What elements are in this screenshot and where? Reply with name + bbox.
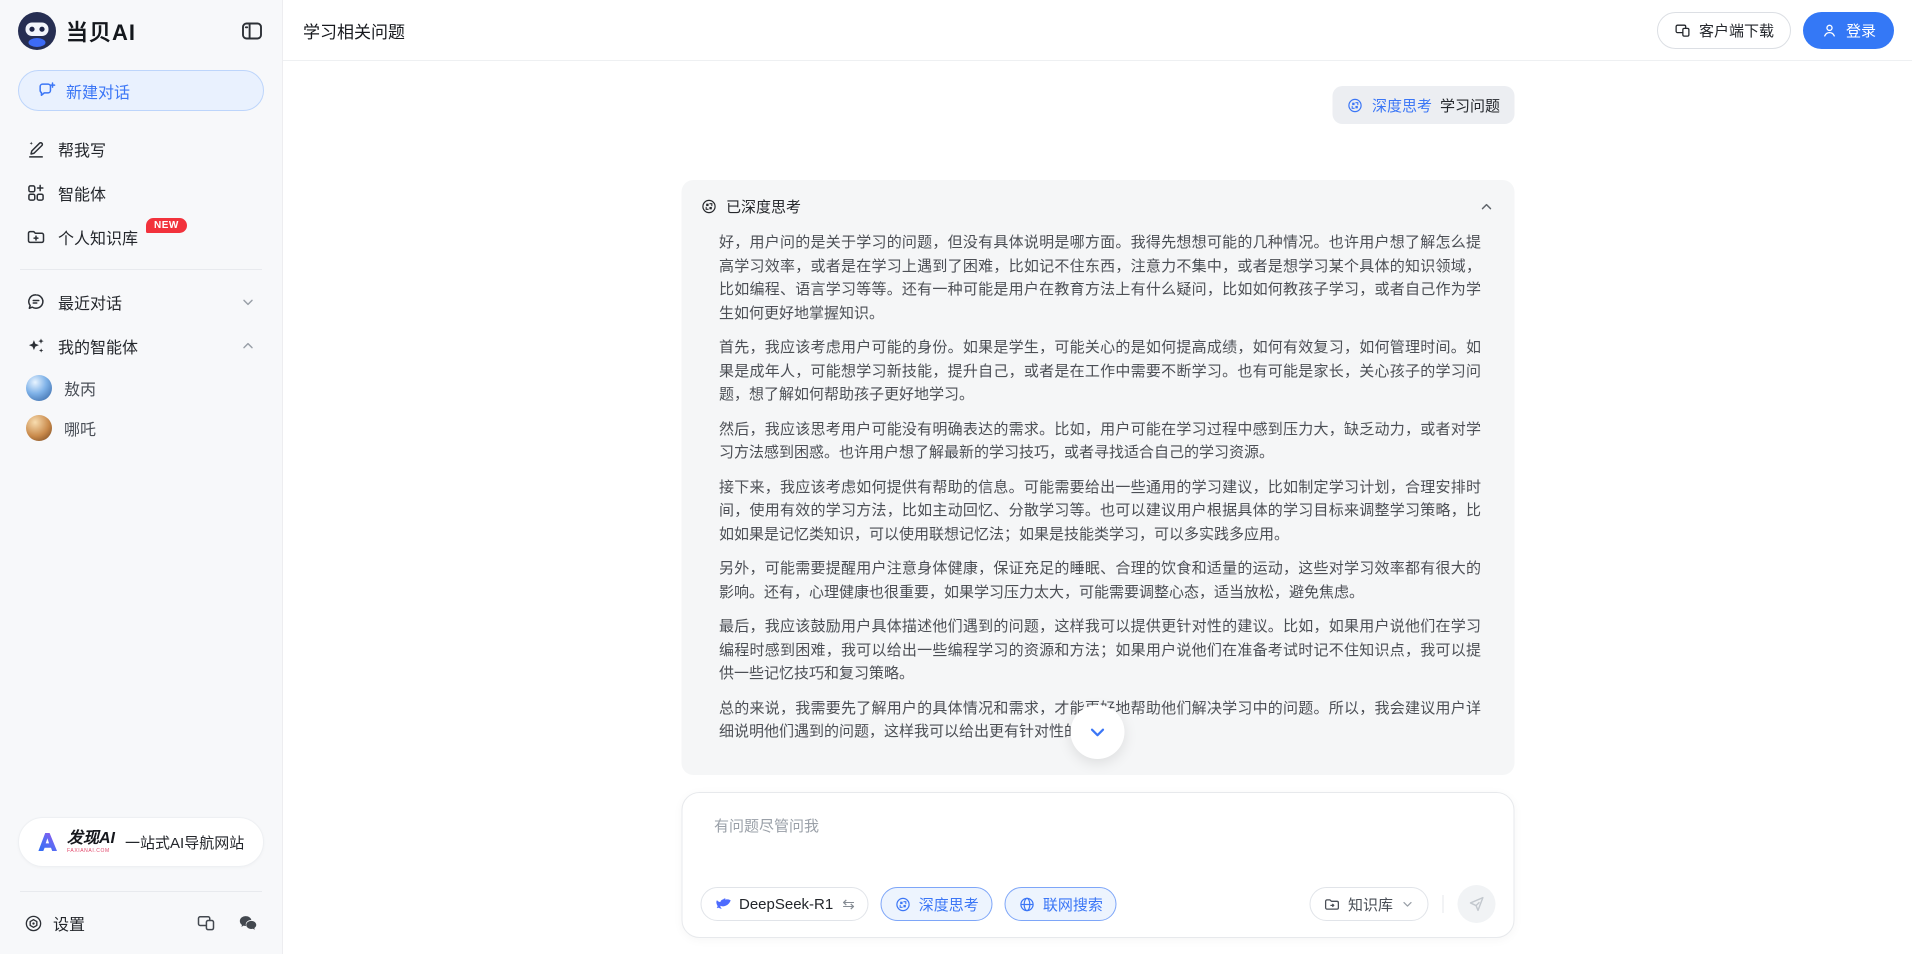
sidebar-divider [20, 269, 262, 270]
sidebar-item-label: 智能体 [58, 181, 106, 205]
toolbar-divider [1442, 895, 1443, 913]
agent-name: 敖丙 [64, 376, 96, 400]
model-swap-icon: ⇆ [842, 895, 855, 913]
deepseek-whale-icon [714, 895, 732, 913]
faxian-ai-name: 发现AI [67, 831, 115, 847]
dangbei-robot-logo-icon [18, 12, 56, 50]
deep-think-toggle[interactable]: 深度思考 [881, 887, 993, 921]
app-title: 当贝AI [66, 15, 230, 47]
model-name: DeepSeek-R1 [739, 896, 833, 913]
devices-icon[interactable] [196, 913, 216, 933]
sidebar-footer: 设置 [18, 892, 264, 954]
chevron-down-icon [1087, 721, 1109, 743]
chat-area: 深度思考 学习问题 已深度思考 [283, 61, 1912, 954]
chat-bubble-icon [26, 292, 46, 312]
folder-plus-icon [26, 227, 46, 247]
new-chat-label: 新建对话 [66, 79, 130, 103]
sidebar-header: 当贝AI [18, 0, 264, 62]
agent-name: 哪吒 [64, 416, 96, 440]
composer: DeepSeek-R1 ⇆ 深度思考 [681, 792, 1514, 938]
banner-slogan: 一站式AI导航网站 [125, 832, 244, 853]
folder-icon [1324, 896, 1341, 913]
sidebar-item-help-me-write[interactable]: 帮我写 [18, 127, 264, 171]
sidebar-item-label: 帮我写 [58, 137, 106, 161]
new-badge: NEW [146, 218, 187, 233]
collapse-thinking-icon[interactable] [1478, 199, 1494, 215]
sidebar-section-recent-chats[interactable]: 最近对话 [18, 280, 264, 324]
deep-think-icon [1347, 97, 1364, 114]
send-button[interactable] [1457, 885, 1495, 923]
thinking-panel: 已深度思考 好，用户问的是关于学习的问题，但没有具体说明是哪方面。我得先想想可能… [681, 180, 1514, 775]
chevron-up-icon[interactable] [240, 338, 256, 354]
client-download-label: 客户端下载 [1699, 20, 1774, 41]
scroll-to-bottom-button[interactable] [1071, 705, 1125, 759]
sidebar-item-knowledge-base[interactable]: 个人知识库 NEW [18, 215, 264, 259]
gear-icon[interactable] [24, 914, 43, 933]
user-message-deepthink-tag: 深度思考 [1372, 95, 1432, 116]
chat-plus-icon [37, 81, 56, 100]
deep-think-icon [700, 198, 717, 215]
sidebar-collapse-icon[interactable] [240, 19, 264, 43]
thinking-title: 已深度思考 [726, 196, 1469, 217]
settings-label[interactable]: 设置 [53, 911, 186, 935]
wechat-icon[interactable] [238, 913, 258, 933]
chevron-down-icon[interactable] [240, 294, 256, 310]
thinking-paragraph: 然后，我应该思考用户可能没有明确表达的需求。比如，用户可能在学习过程中感到压力大… [719, 418, 1481, 465]
avatar [26, 375, 52, 401]
chevron-down-icon [1400, 897, 1414, 911]
thinking-paragraph: 接下来，我应该考虑如何提供有帮助的信息。可能需要给出一些通用的学习建议，比如制定… [719, 476, 1481, 547]
thinking-paragraph: 首先，我应该考虑用户可能的身份。如果是学生，可能关心的是如何提高成绩，如何有效复… [719, 336, 1481, 407]
thinking-paragraph: 好，用户问的是关于学习的问题，但没有具体说明是哪方面。我得先想想可能的几种情况。… [719, 231, 1481, 325]
sidebar: 当贝AI 新建对话 [0, 0, 283, 954]
sidebar-agent-nezha[interactable]: 哪吒 [18, 408, 264, 448]
agents-grid-icon [26, 183, 46, 203]
deep-think-icon [895, 896, 912, 913]
sparkles-icon [26, 336, 46, 356]
top-header: 学习相关问题 客户端下载 登录 [283, 0, 1912, 61]
paper-plane-icon [1467, 895, 1485, 913]
user-icon [1821, 22, 1838, 39]
page-title: 学习相关问题 [303, 18, 1657, 43]
web-search-label: 联网搜索 [1043, 894, 1103, 915]
app-window: 当贝AI 新建对话 [0, 0, 1912, 954]
user-message: 深度思考 学习问题 [1333, 86, 1514, 124]
faxian-ai-logo-icon [35, 830, 59, 854]
section-label: 最近对话 [58, 290, 122, 314]
discover-ai-banner[interactable]: 发现AI FAXIANAI.COM 一站式AI导航网站 [18, 817, 264, 867]
avatar [26, 415, 52, 441]
composer-toolbar: DeepSeek-R1 ⇆ 深度思考 [700, 885, 1495, 923]
globe-icon [1019, 896, 1036, 913]
knowledge-base-label: 知识库 [1348, 894, 1393, 915]
pencil-icon [26, 139, 46, 159]
sidebar-item-label: 个人知识库 [58, 225, 138, 249]
deep-think-label: 深度思考 [919, 894, 979, 915]
sidebar-item-agents[interactable]: 智能体 [18, 171, 264, 215]
faxian-ai-wordmark: 发现AI FAXIANAI.COM [67, 831, 115, 854]
thinking-panel-header[interactable]: 已深度思考 [681, 180, 1514, 227]
sidebar-agent-aobing[interactable]: 敖丙 [18, 368, 264, 408]
section-label: 我的智能体 [58, 334, 138, 358]
chat-input[interactable] [714, 815, 1495, 867]
client-download-button[interactable]: 客户端下载 [1657, 12, 1791, 49]
model-selector[interactable]: DeepSeek-R1 ⇆ [700, 887, 869, 921]
login-button[interactable]: 登录 [1803, 12, 1894, 49]
web-search-toggle[interactable]: 联网搜索 [1005, 887, 1117, 921]
sidebar-menu: 帮我写 智能体 [18, 127, 264, 259]
thinking-paragraph: 最后，我应该鼓励用户具体描述他们遇到的问题，这样我可以提供更针对性的建议。比如，… [719, 615, 1481, 686]
login-label: 登录 [1846, 20, 1876, 41]
knowledge-base-selector[interactable]: 知识库 [1310, 887, 1428, 921]
client-devices-icon [1674, 22, 1691, 39]
thinking-content: 好，用户问的是关于学习的问题，但没有具体说明是哪方面。我得先想想可能的几种情况。… [681, 227, 1514, 764]
faxian-ai-domain: FAXIANAI.COM [67, 849, 115, 854]
new-chat-button[interactable]: 新建对话 [18, 70, 264, 111]
sidebar-section-my-agents[interactable]: 我的智能体 [18, 324, 264, 368]
user-message-text: 学习问题 [1440, 95, 1500, 116]
thinking-paragraph: 另外，可能需要提醒用户注意身体健康，保证充足的睡眠、合理的饮食和适量的运动，这些… [719, 557, 1481, 604]
